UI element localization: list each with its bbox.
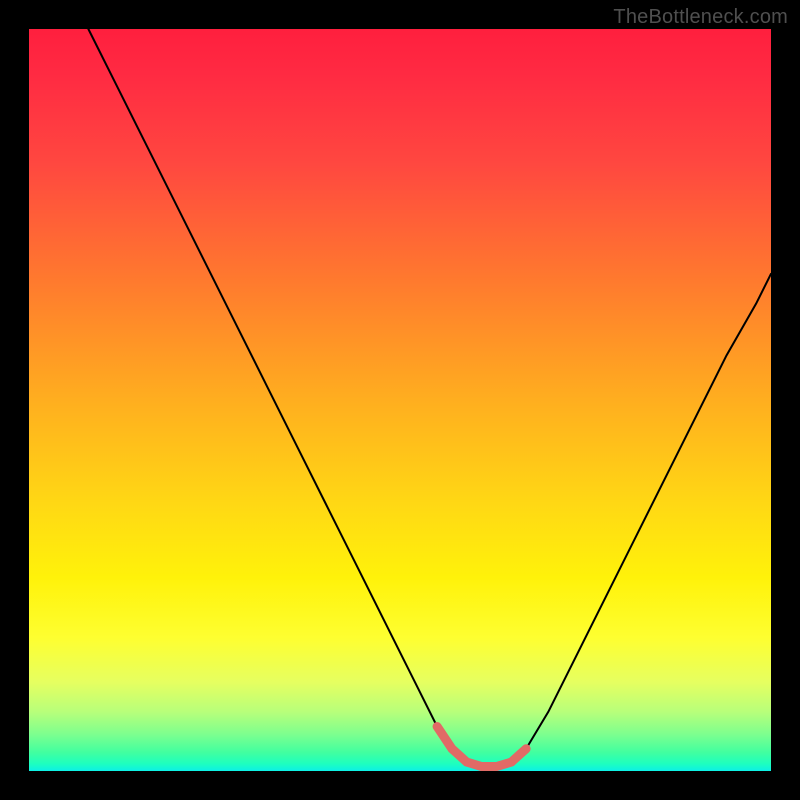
chart-frame: TheBottleneck.com bbox=[0, 0, 800, 800]
watermark-text: TheBottleneck.com bbox=[613, 6, 788, 29]
curve-main-path bbox=[88, 29, 771, 767]
bottleneck-curve bbox=[29, 29, 771, 771]
curve-highlight-path bbox=[437, 726, 526, 766]
plot-area bbox=[29, 29, 771, 771]
